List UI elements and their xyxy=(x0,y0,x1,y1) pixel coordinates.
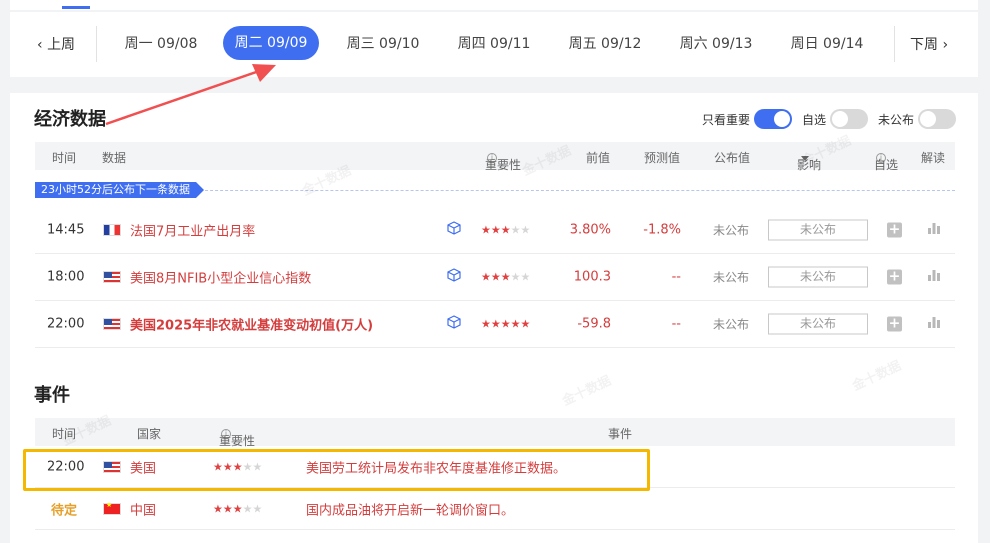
econ-section-title: 经济数据 xyxy=(34,109,106,130)
data-name-link[interactable]: 美国2025年非农就业基准变动初值(万人) xyxy=(130,315,373,334)
countdown-row: 23小时52分后公布下一条数据 xyxy=(35,182,955,198)
day-tab-mon[interactable]: 周一 09/08 xyxy=(116,12,206,77)
events-table-header: 时间 国家 重要性 i 事件 xyxy=(35,418,955,448)
day-tab-sun[interactable]: 周日 09/14 xyxy=(782,12,872,77)
switch-important[interactable] xyxy=(753,109,792,129)
main-panel: 经济数据 只看重要 自选 未公布 时间 数据 重要性 i 前值 预测值 公布值 影… xyxy=(10,93,978,543)
importance-stars: ★★★★★ xyxy=(213,502,263,516)
event-importance-header: 重要性 i xyxy=(219,429,256,448)
caret-down-icon xyxy=(801,156,809,161)
switch-unpublished[interactable] xyxy=(918,109,956,129)
impact-box: 未公布 xyxy=(768,266,868,288)
cube-icon[interactable] xyxy=(447,221,461,239)
prev-week-button[interactable]: ‹ 上周 xyxy=(37,34,75,54)
filter-toggles: 只看重要 自选 未公布 xyxy=(702,108,956,130)
econ-table-header: 时间 数据 重要性 i 前值 预测值 公布值 影响 自选 i 解读 xyxy=(35,142,955,172)
plus-icon[interactable]: + xyxy=(887,269,902,285)
importance-stars: ★★★★★ xyxy=(481,270,531,284)
toggle-unpublished[interactable]: 未公布 xyxy=(878,109,956,129)
flag-usa-icon xyxy=(103,318,121,330)
day-tab-sat[interactable]: 周六 09/13 xyxy=(671,12,761,77)
plus-icon[interactable]: + xyxy=(887,222,902,238)
list-item: 待定 中国 ★★★★★ 国内成品油将开启新一轮调价窗口。 xyxy=(35,489,955,530)
divider xyxy=(96,26,97,62)
list-item: 22:00 美国 ★★★★★ 美国劳工统计局发布非农年度基准修正数据。 xyxy=(35,447,955,488)
countdown-badge: 23小时52分后公布下一条数据 xyxy=(35,182,204,198)
next-week-button[interactable]: 下周 › xyxy=(910,34,948,54)
events-section-title: 事件 xyxy=(34,385,70,406)
divider xyxy=(894,26,895,62)
toggle-important-only[interactable]: 只看重要 xyxy=(702,109,792,129)
bar-chart-icon[interactable] xyxy=(927,315,941,333)
table-row: 14:45 法国7月工业产出月率 ★★★★★ 3.80% -1.8% 未公布 未… xyxy=(35,207,955,254)
day-tab-tue[interactable]: 周二 09/09 xyxy=(223,26,319,60)
toggle-watchlist[interactable]: 自选 xyxy=(802,109,868,129)
flag-usa-icon xyxy=(103,461,121,473)
table-row: 18:00 美国8月NFIB小型企业信心指数 ★★★★★ 100.3 -- 未公… xyxy=(35,254,955,301)
data-name-link[interactable]: 法国7月工业产出月率 xyxy=(130,221,255,240)
cube-icon[interactable] xyxy=(447,315,461,333)
flag-china-icon xyxy=(103,501,121,515)
importance-header: 重要性 i xyxy=(485,153,522,172)
table-row: 22:00 美国2025年非农就业基准变动初值(万人) ★★★★★ -59.8 … xyxy=(35,301,955,348)
impact-box: 未公布 xyxy=(768,313,868,335)
day-tab-fri[interactable]: 周五 09/12 xyxy=(560,12,650,77)
plus-icon[interactable]: + xyxy=(887,316,902,332)
bar-chart-icon[interactable] xyxy=(927,268,941,286)
active-tab-indicator xyxy=(62,6,90,9)
importance-stars: ★★★★★ xyxy=(481,317,531,331)
watch-header: 自选 i xyxy=(874,153,899,172)
day-tab-wed[interactable]: 周三 09/10 xyxy=(338,12,428,77)
importance-stars: ★★★★★ xyxy=(481,223,531,237)
chevron-left-icon: ‹ xyxy=(37,37,43,53)
flag-france-icon xyxy=(103,224,121,236)
bar-chart-icon[interactable] xyxy=(927,221,941,239)
day-tab-thu[interactable]: 周四 09/11 xyxy=(449,12,539,77)
impact-box: 未公布 xyxy=(768,219,868,241)
chevron-right-icon: › xyxy=(942,37,949,53)
switch-watchlist[interactable] xyxy=(829,109,868,129)
top-tab-strip xyxy=(10,0,978,10)
flag-usa-icon xyxy=(103,271,121,283)
data-name-link[interactable]: 美国8月NFIB小型企业信心指数 xyxy=(130,268,311,287)
importance-stars: ★★★★★ xyxy=(213,460,263,474)
cube-icon[interactable] xyxy=(447,268,461,286)
date-navigation: ‹ 上周 周一 09/08 周二 09/09 周三 09/10 周四 09/11… xyxy=(10,12,978,77)
